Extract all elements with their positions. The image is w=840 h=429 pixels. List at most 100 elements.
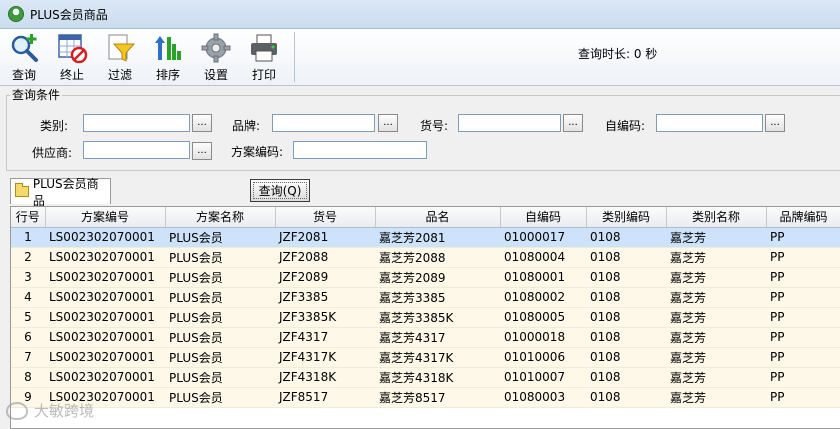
column-header-category-code[interactable]: 类别编码 bbox=[586, 207, 667, 228]
query-button[interactable]: 查询 bbox=[0, 29, 48, 84]
table-cell: 8 bbox=[11, 367, 45, 388]
table-cell: 0108 bbox=[586, 247, 666, 268]
self-code-browse-button[interactable]: ... bbox=[765, 114, 785, 132]
table-cell: LS002302070001 bbox=[45, 347, 165, 368]
column-header-plan-no[interactable]: 方案编号 bbox=[45, 207, 166, 228]
table-row[interactable]: 8 LS002302070001 PLUS会员 JZF4318K 嘉芝芳4318K 010… bbox=[11, 367, 840, 388]
table-row[interactable]: 6 LS002302070001 PLUS会员 JZF4317 嘉芝芳4317 01000… bbox=[11, 327, 840, 348]
toolbar-separator bbox=[294, 32, 295, 82]
table-cell: 嘉芝芳 bbox=[666, 227, 766, 248]
table-cell: 嘉芝芳 bbox=[666, 327, 766, 348]
item-no-input[interactable] bbox=[458, 114, 561, 132]
table-cell: 01080004 bbox=[500, 247, 586, 268]
printer-icon bbox=[251, 34, 277, 62]
category-browse-button[interactable]: ... bbox=[192, 114, 212, 132]
table-cell: PP bbox=[766, 247, 840, 268]
brand-label: 品牌: bbox=[232, 119, 261, 133]
sort-button[interactable]: 排序 bbox=[144, 29, 192, 84]
table-cell: 嘉芝芳 bbox=[666, 247, 766, 268]
query-time-status: 查询时长: 0 秒 bbox=[578, 47, 658, 61]
app-logo-icon bbox=[8, 6, 24, 22]
table-row[interactable]: 9 LS002302070001 PLUS会员 JZF8517 嘉芝芳8517 01080… bbox=[11, 387, 840, 408]
item-no-browse-button[interactable]: ... bbox=[563, 114, 583, 132]
plan-code-label: 方案编码: bbox=[231, 145, 284, 159]
brand-input[interactable] bbox=[272, 114, 375, 132]
tab-label: PLUS会员商品 bbox=[32, 176, 99, 208]
table-cell: 嘉芝芳 bbox=[666, 387, 766, 408]
table-row[interactable]: 7 LS002302070001 PLUS会员 JZF4317K 嘉芝芳4317K 010… bbox=[11, 347, 840, 368]
table-row[interactable]: 1 LS002302070001 PLUS会员 JZF2081 嘉芝芳2081 01000… bbox=[11, 227, 840, 248]
filter-button[interactable]: 过滤 bbox=[96, 29, 144, 84]
table-cell: 01010007 bbox=[500, 367, 586, 388]
settings-button[interactable]: 设置 bbox=[192, 29, 240, 84]
table-cell: JZF3385 bbox=[275, 287, 375, 308]
table-cell: LS002302070001 bbox=[45, 287, 165, 308]
table-cell: 嘉芝芳4317 bbox=[375, 327, 500, 348]
query-conditions-legend: 查询条件 bbox=[10, 86, 63, 103]
goods-table: 行号 方案编号 方案名称 货号 品名 自编码 类别编码 类别名称 品牌编码 1L… bbox=[10, 206, 840, 429]
self-code-input[interactable] bbox=[656, 114, 763, 132]
table-cell: PP bbox=[766, 287, 840, 308]
table-cell: 01080003 bbox=[500, 387, 586, 408]
table-cell: 嘉芝芳3385 bbox=[375, 287, 500, 308]
table-row[interactable]: 5 LS002302070001 PLUS会员 JZF3385K 嘉芝芳3385K 010… bbox=[11, 307, 840, 328]
sort-label: 排序 bbox=[155, 68, 180, 82]
print-label: 打印 bbox=[251, 68, 276, 82]
table-cell: 嘉芝芳 bbox=[666, 347, 766, 368]
column-header-brand-code[interactable]: 品牌编码 bbox=[766, 207, 840, 228]
category-input[interactable] bbox=[83, 114, 190, 132]
table-cell: 01080005 bbox=[500, 307, 586, 328]
table-cell: 嘉芝芳 bbox=[666, 307, 766, 328]
table-cell: 嘉芝芳2089 bbox=[375, 267, 500, 288]
category-label: 类别: bbox=[40, 119, 69, 133]
table-cell: JZF8517 bbox=[275, 387, 375, 408]
table-cell: 嘉芝芳4317K bbox=[375, 347, 500, 368]
settings-label: 设置 bbox=[203, 68, 228, 82]
brand-browse-button[interactable]: ... bbox=[378, 114, 398, 132]
column-header-product-name[interactable]: 品名 bbox=[375, 207, 501, 228]
table-row[interactable]: 2 LS002302070001 PLUS会员 JZF2088 嘉芝芳2088 01080… bbox=[11, 247, 840, 268]
table-cell: LS002302070001 bbox=[45, 227, 165, 248]
table-cell: PLUS会员 bbox=[165, 287, 275, 308]
column-header-item-no[interactable]: 货号 bbox=[275, 207, 376, 228]
query-q-button[interactable]: 查询(Q) bbox=[250, 179, 310, 202]
table-cell: 4 bbox=[11, 287, 45, 308]
column-header-row-no[interactable]: 行号 bbox=[11, 207, 46, 228]
title-bar: PLUS会员商品 bbox=[0, 0, 840, 29]
watermark-logo-icon bbox=[6, 401, 28, 420]
gear-icon bbox=[201, 33, 231, 63]
table-cell: PP bbox=[766, 347, 840, 368]
table-cell: JZF2089 bbox=[275, 267, 375, 288]
table-cell: PLUS会员 bbox=[165, 367, 275, 388]
filter-funnel-icon bbox=[108, 34, 136, 62]
table-cell: JZF4317K bbox=[275, 347, 375, 368]
column-header-plan-name[interactable]: 方案名称 bbox=[165, 207, 276, 228]
stop-table-icon bbox=[58, 34, 88, 64]
table-cell: LS002302070001 bbox=[45, 367, 165, 388]
table-cell: 嘉芝芳 bbox=[666, 367, 766, 388]
table-row[interactable]: 3 LS002302070001 PLUS会员 JZF2089 嘉芝芳2089 01080… bbox=[11, 267, 840, 288]
tab-plus-member-goods[interactable]: PLUS会员商品 bbox=[10, 177, 111, 208]
supplier-input[interactable] bbox=[83, 141, 190, 159]
table-cell: 3 bbox=[11, 267, 45, 288]
column-header-self-code[interactable]: 自编码 bbox=[500, 207, 587, 228]
table-cell: 01080001 bbox=[500, 267, 586, 288]
table-cell: JZF3385K bbox=[275, 307, 375, 328]
table-cell: PP bbox=[766, 227, 840, 248]
stop-button[interactable]: 终止 bbox=[48, 29, 96, 84]
table-cell: PLUS会员 bbox=[165, 227, 275, 248]
item-no-label: 货号: bbox=[420, 119, 449, 133]
table-cell: 01000018 bbox=[500, 327, 586, 348]
print-button[interactable]: 打印 bbox=[240, 29, 288, 84]
table-cell: 01080002 bbox=[500, 287, 586, 308]
supplier-browse-button[interactable]: ... bbox=[192, 142, 212, 160]
plan-code-input[interactable] bbox=[293, 141, 427, 159]
table-cell: PLUS会员 bbox=[165, 247, 275, 268]
watermark-text: 大敏跨境 bbox=[34, 402, 95, 420]
column-header-category-name[interactable]: 类别名称 bbox=[666, 207, 767, 228]
table-row[interactable]: 4 LS002302070001 PLUS会员 JZF3385 嘉芝芳3385 01080… bbox=[11, 287, 840, 308]
table-cell: PP bbox=[766, 307, 840, 328]
table-cell: LS002302070001 bbox=[45, 247, 165, 268]
sort-icon bbox=[155, 36, 181, 60]
table-cell: PLUS会员 bbox=[165, 307, 275, 328]
